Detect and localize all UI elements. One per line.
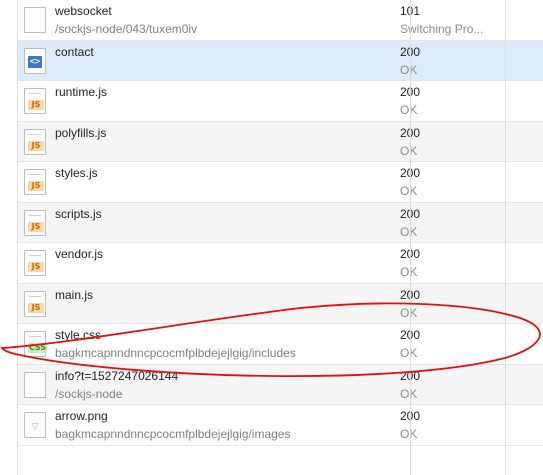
network-request-list: websocket /sockjs-node/043/tuxem0iv 101 … xyxy=(17,0,543,475)
request-name: main.js xyxy=(55,287,94,302)
request-name: scripts.js xyxy=(55,206,102,221)
request-path: bagkmcapnndnncpcocmfplbdejejlgig/images xyxy=(55,427,291,441)
request-name: websocket xyxy=(55,4,112,18)
js-badge: JS xyxy=(28,140,44,151)
request-row-styles-js[interactable]: JS styles.js 200 OK xyxy=(18,162,543,203)
request-row-contact[interactable]: <> contact 200 OK xyxy=(18,40,543,81)
request-status: 200 xyxy=(400,126,488,140)
image-file-icon: ▽ xyxy=(24,412,46,438)
request-row-polyfills-js[interactable]: JS polyfills.js 200 OK xyxy=(18,121,543,162)
js-file-icon: JS xyxy=(24,290,46,317)
request-status-text: OK xyxy=(400,184,418,198)
request-status: 200 xyxy=(400,247,488,261)
request-status-text: OK xyxy=(400,143,418,158)
request-status-text: OK xyxy=(400,346,418,360)
request-row-main-js[interactable]: JS main.js 200 OK xyxy=(18,283,543,324)
request-status: 101 xyxy=(400,4,488,18)
blank-file-icon xyxy=(24,371,46,398)
request-name: vendor.js xyxy=(55,247,104,261)
js-file-icon: JS xyxy=(24,128,46,155)
request-status-text: OK xyxy=(400,224,418,239)
request-status: 200 xyxy=(400,45,488,59)
js-file-icon: JS xyxy=(24,88,46,114)
request-row-info[interactable]: info?t=1527247026144 /sockjs-node 200 OK xyxy=(18,364,543,405)
request-name: style.css xyxy=(55,328,102,342)
request-status: 200 xyxy=(400,328,488,342)
document-icon: <> xyxy=(24,47,46,74)
js-file-icon: JS xyxy=(24,209,46,236)
js-badge: JS xyxy=(28,302,44,313)
request-status: 200 xyxy=(400,207,488,221)
request-rows: websocket /sockjs-node/043/tuxem0iv 101 … xyxy=(18,0,543,446)
css-badge: CSS xyxy=(28,343,48,353)
request-row-style-css[interactable]: CSS style.css bagkmcapnndnncpcocmfplbdej… xyxy=(18,324,543,365)
request-status-text: OK xyxy=(400,427,418,441)
request-name: runtime.js xyxy=(55,85,108,99)
request-status: 200 xyxy=(400,409,488,423)
image-glyph: ▽ xyxy=(31,422,39,432)
request-name: arrow.png xyxy=(55,409,108,423)
column-divider-right xyxy=(505,0,506,475)
request-status-text: OK xyxy=(400,386,418,401)
js-file-icon: JS xyxy=(24,250,46,276)
request-path: bagkmcapnndnncpcocmfplbdejejlgig/include… xyxy=(55,346,296,360)
request-row-runtime-js[interactable]: JS runtime.js 200 OK xyxy=(18,81,543,122)
css-file-icon: CSS xyxy=(24,331,48,357)
request-path: /sockjs-node xyxy=(55,386,123,401)
request-path: /sockjs-node/043/tuxem0iv xyxy=(55,22,198,36)
request-row-vendor-js[interactable]: JS vendor.js 200 OK xyxy=(18,243,543,284)
request-name: styles.js xyxy=(55,166,98,180)
js-badge: JS xyxy=(28,100,44,110)
request-status: 200 xyxy=(400,369,488,383)
js-badge: JS xyxy=(28,181,44,191)
request-status-text: OK xyxy=(400,62,418,77)
js-badge: JS xyxy=(28,221,44,232)
request-name: contact xyxy=(55,44,94,59)
request-status-text: OK xyxy=(400,265,418,279)
column-divider xyxy=(410,0,411,475)
js-file-icon: JS xyxy=(24,169,46,195)
request-row-arrow-png[interactable]: ▽ arrow.png bagkmcapnndnncpcocmfplbdejej… xyxy=(18,405,543,446)
request-row-scripts-js[interactable]: JS scripts.js 200 OK xyxy=(18,202,543,243)
request-status: 200 xyxy=(400,166,488,180)
blank-file-icon xyxy=(24,7,46,33)
request-status-text: OK xyxy=(400,103,418,117)
request-name: polyfills.js xyxy=(55,125,107,140)
js-badge: JS xyxy=(28,262,44,272)
request-status-text: OK xyxy=(400,305,418,320)
document-badge: <> xyxy=(28,55,42,68)
request-status-text: Switching Pro... xyxy=(400,22,484,36)
request-row-websocket[interactable]: websocket /sockjs-node/043/tuxem0iv 101 … xyxy=(18,0,543,41)
request-name: info?t=1527247026144 xyxy=(55,368,179,383)
request-status: 200 xyxy=(400,288,488,302)
request-status: 200 xyxy=(400,85,488,99)
